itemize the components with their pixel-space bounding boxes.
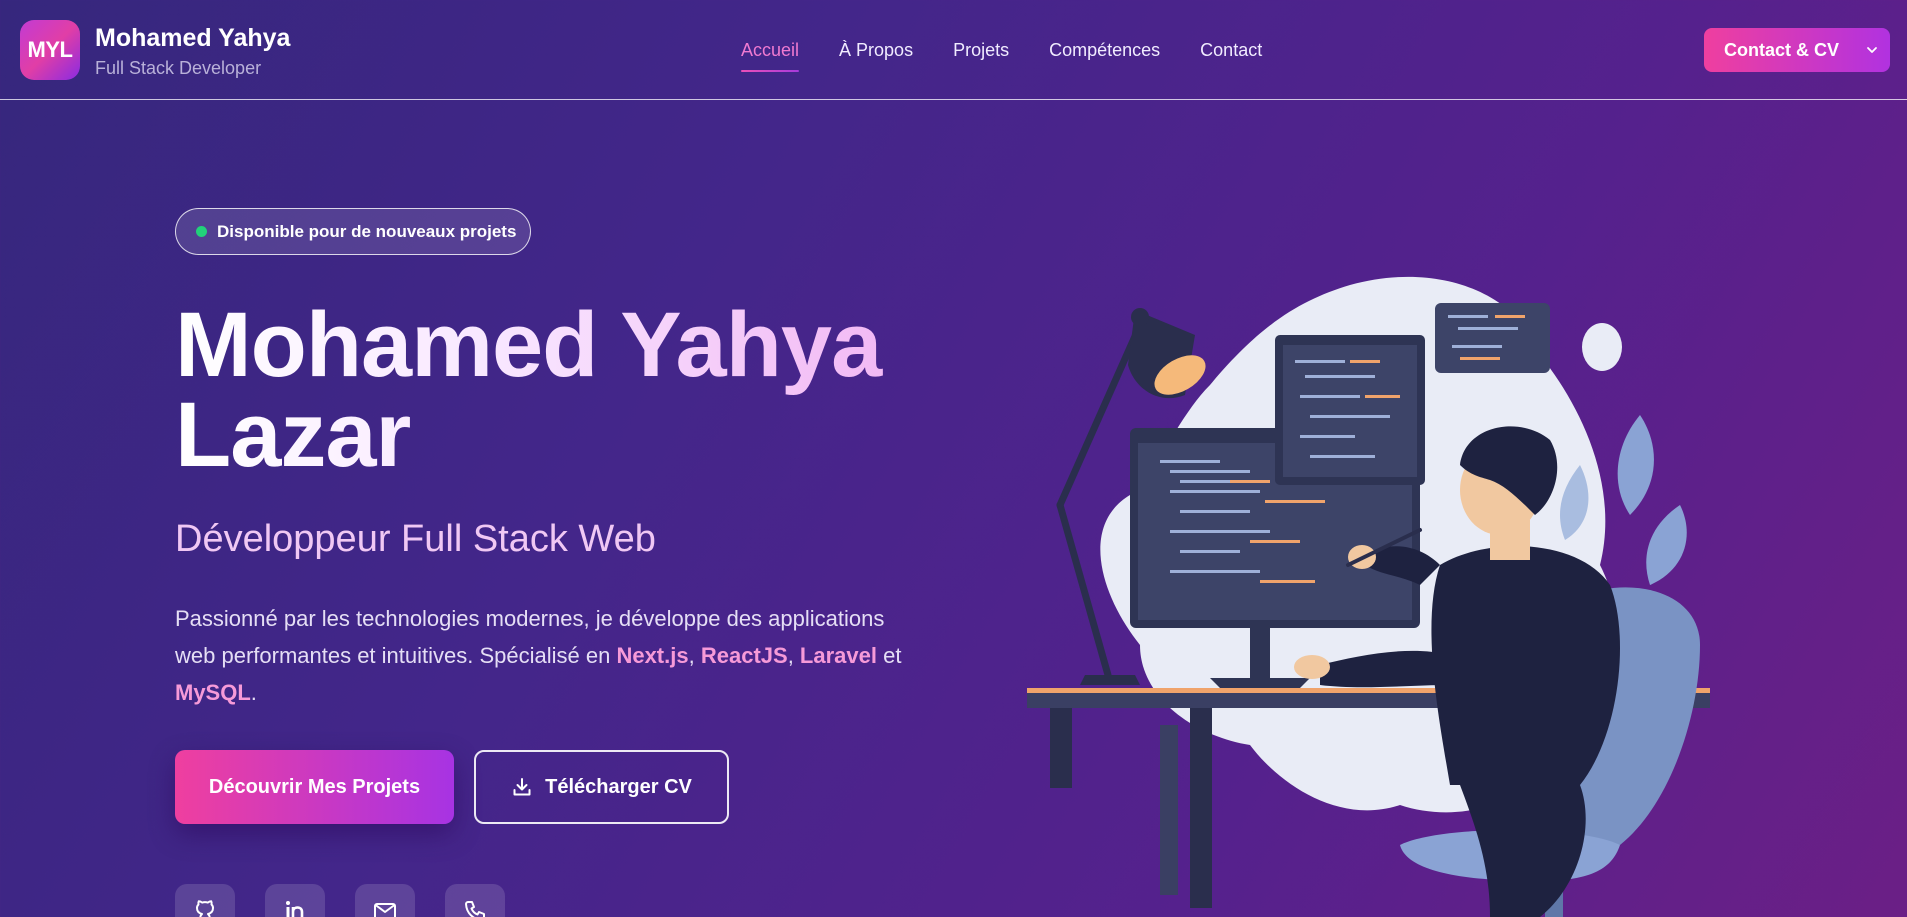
contact-cv-label: Contact & CV — [1724, 39, 1840, 60]
linkedin-icon — [286, 901, 304, 917]
code-bubble — [1435, 303, 1550, 373]
hero-title: Mohamed Yahya Lazar — [175, 300, 895, 480]
description-end: . — [250, 680, 257, 705]
download-cv-label: Télécharger CV — [545, 775, 692, 798]
main-nav: Accueil À Propos Projets Compétences Con… — [741, 40, 1262, 72]
chevron-down-icon — [1867, 47, 1877, 53]
hero-subtitle: Développeur Full Stack Web — [175, 518, 656, 560]
tech-nextjs: Next.js — [616, 643, 689, 668]
github-icon — [196, 900, 214, 917]
second-monitor — [1275, 335, 1425, 485]
description-sep1: , — [688, 643, 701, 668]
tech-mysql: MySQL — [175, 680, 251, 705]
discover-projects-button[interactable]: Découvrir Mes Projets — [175, 750, 454, 824]
mail-icon — [374, 903, 396, 917]
download-icon — [513, 778, 531, 796]
availability-badge: Disponible pour de nouveaux projets — [175, 208, 531, 255]
contact-cv-button[interactable]: Contact & CV — [1704, 28, 1890, 72]
github-link[interactable] — [175, 884, 235, 917]
nav-item-accueil[interactable]: Accueil — [741, 40, 800, 72]
status-dot — [196, 226, 207, 237]
hero-description: Passionné par les technologies modernes,… — [175, 600, 905, 711]
social-links — [175, 884, 505, 917]
brand-name[interactable]: Mohamed Yahya — [95, 24, 290, 53]
developer-illustration — [1027, 276, 1710, 917]
linkedin-link[interactable] — [265, 884, 325, 917]
description-sep2: , — [787, 643, 800, 668]
nav-item-a-propos[interactable]: À Propos — [839, 40, 913, 61]
site-header: MYL Mohamed Yahya Full Stack Developer A… — [0, 0, 1907, 100]
tech-laravel: Laravel — [799, 643, 877, 668]
hero-title-line1: Mohamed Yahya — [175, 294, 882, 396]
hero-title-line2: Lazar — [175, 384, 411, 486]
download-cv-button[interactable]: Télécharger CV — [474, 750, 729, 824]
phone-link[interactable] — [445, 884, 505, 917]
nav-item-competences[interactable]: Compétences — [1049, 40, 1160, 61]
nav-item-projets[interactable]: Projets — [953, 40, 1009, 61]
description-sep3: et — [876, 643, 902, 668]
availability-text: Disponible pour de nouveaux projets — [217, 221, 517, 241]
tech-reactjs: ReactJS — [700, 643, 788, 668]
plant-leaves — [1617, 415, 1654, 515]
nav-item-contact[interactable]: Contact — [1200, 40, 1262, 61]
brand-subtitle: Full Stack Developer — [95, 58, 262, 78]
phone-icon — [465, 901, 485, 917]
logo-badge[interactable]: MYL — [20, 20, 80, 80]
email-link[interactable] — [355, 884, 415, 917]
